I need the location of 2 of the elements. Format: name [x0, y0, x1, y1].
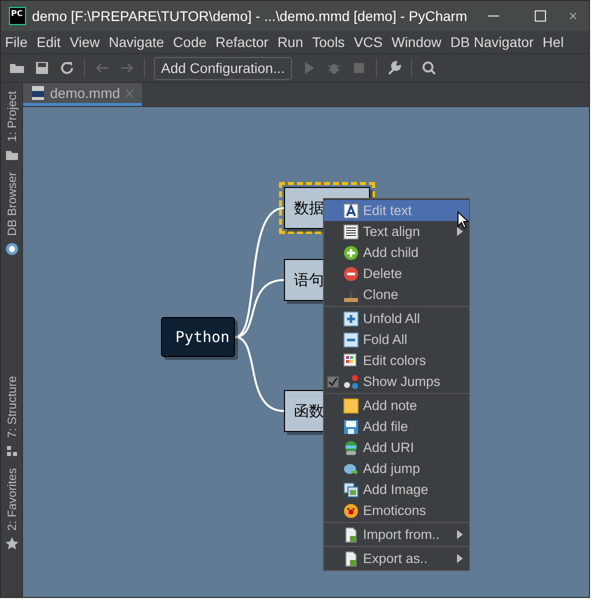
app-logo: PC [9, 7, 26, 25]
window-title: demo [F:\PREPARE\TUTOR\demo] - ...\demo.mmd [demo] - PyCharm [32, 8, 468, 24]
